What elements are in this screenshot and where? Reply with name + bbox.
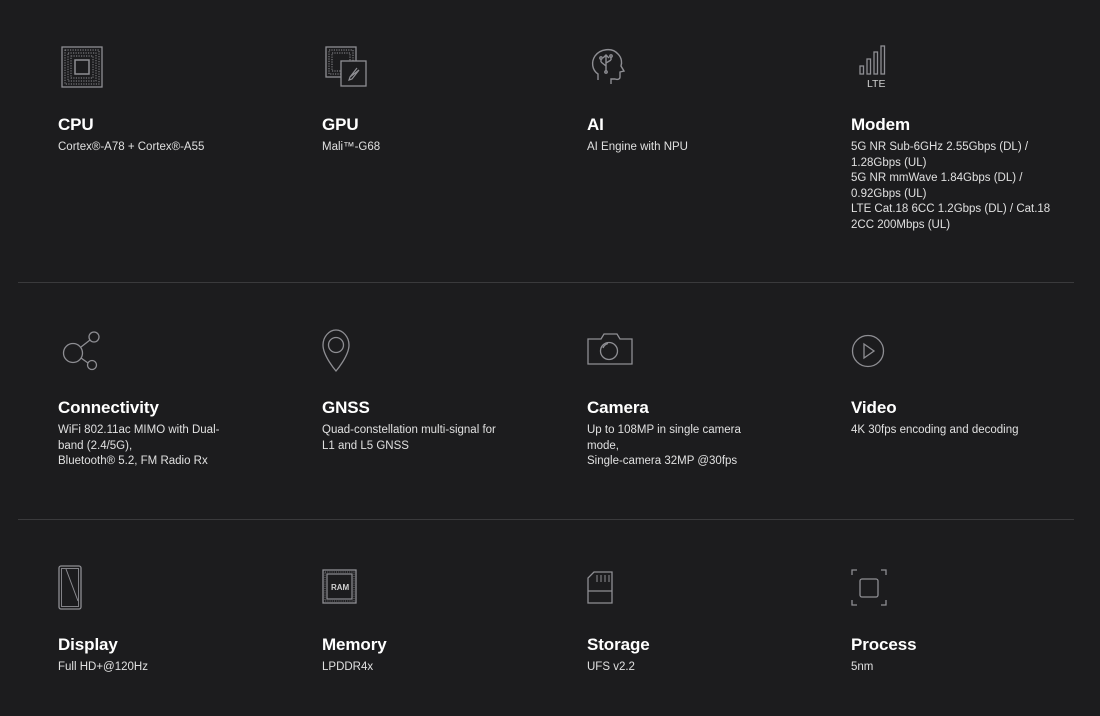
spec-title: GPU — [322, 115, 359, 134]
spec-description-line: WiFi 802.11ac MIMO with Dual- — [58, 424, 220, 436]
spec-title: CPU — [58, 115, 94, 134]
spec-row-2: Connectivity WiFi 802.11ac MIMO with Dua… — [18, 283, 1074, 520]
spec-description-line: L1 and L5 GNSS — [322, 439, 409, 452]
spec-description: Quad-constellation multi-signal for L1 a… — [322, 423, 512, 454]
spec-description-line: 2CC 200Mbps (UL) — [851, 218, 951, 231]
spec-row-1: CPU Cortex®-A78 + Cortex®-A55 GPU Mali™-… — [18, 0, 1074, 283]
process-square-icon — [851, 564, 901, 614]
spec-description: 4K 30fps encoding and decoding — [851, 423, 1041, 439]
spec-title: AI — [587, 115, 604, 134]
ram-label: RAM — [331, 583, 350, 592]
ram-chip-icon: RAM — [322, 564, 372, 614]
spec-description-line: 0.92Gbps (UL) — [851, 187, 927, 200]
spec-description-line: 5G NR mmWave 1.84Gbps (DL) / — [851, 172, 1023, 185]
spec-title: Memory — [322, 635, 387, 654]
spec-description: LPDDR4x — [322, 660, 512, 676]
spec-description-line: LTE Cat.18 6CC 1.2Gbps (DL) / Cat.18 — [851, 203, 1051, 216]
spec-title: Connectivity — [58, 398, 159, 417]
spec-description-line: UFS v2.2 — [587, 661, 635, 673]
spec-description: 5nm — [851, 660, 1041, 676]
play-circle-icon — [851, 327, 901, 377]
spec-title: Display — [58, 635, 118, 654]
spec-title: Process — [851, 635, 917, 654]
lte-label: LTE — [867, 78, 885, 90]
phone-display-icon — [58, 564, 108, 614]
spec-title: GNSS — [322, 398, 370, 417]
spec-description-line: Full HD+@120Hz — [58, 661, 148, 673]
camera-icon — [587, 327, 637, 377]
spec-description-line: Cortex®-A78 + Cortex®-A55 — [58, 141, 205, 153]
spec-description: WiFi 802.11ac MIMO with Dual- band (2.4/… — [58, 423, 248, 470]
spec-description-line: 1.28Gbps (UL) — [851, 156, 927, 169]
spec-description-line: 5nm — [851, 661, 874, 673]
sd-card-icon — [587, 564, 637, 614]
gpu-chip-icon — [322, 44, 372, 94]
spec-title: Video — [851, 398, 897, 417]
location-pin-icon — [322, 327, 372, 377]
spec-description-line: 5G NR Sub-6GHz 2.55Gbps (DL) / — [851, 141, 1029, 153]
share-nodes-icon — [58, 327, 108, 377]
spec-description: Full HD+@120Hz — [58, 660, 248, 676]
ai-head-icon — [587, 44, 637, 94]
spec-description-line: mode, — [587, 439, 619, 452]
spec-description-line: LPDDR4x — [322, 661, 374, 673]
spec-title: Storage — [587, 635, 650, 654]
spec-description: UFS v2.2 — [587, 660, 777, 676]
spec-description: Mali™-G68 — [322, 140, 512, 156]
spec-description-line: Mali™-G68 — [322, 141, 381, 153]
spec-description-line: band (2.4/5G), — [58, 439, 133, 452]
spec-description-line: AI Engine with NPU — [587, 141, 688, 153]
spec-description-line: Bluetooth® 5.2, FM Radio Rx — [58, 455, 208, 468]
spec-description: AI Engine with NPU — [587, 140, 777, 156]
spec-description: Up to 108MP in single camera mode, Singl… — [587, 423, 777, 470]
spec-description-line: Quad-constellation multi-signal for — [322, 424, 496, 436]
spec-description-line: Single-camera 32MP @30fps — [587, 455, 738, 468]
spec-title: Camera — [587, 398, 649, 417]
spec-description: 5G NR Sub-6GHz 2.55Gbps (DL) / 1.28Gbps … — [851, 140, 1051, 234]
spec-grid: CPU Cortex®-A78 + Cortex®-A55 GPU Mali™-… — [18, 0, 1074, 716]
spec-description-line: Up to 108MP in single camera — [587, 424, 741, 436]
cpu-chip-icon — [58, 44, 108, 94]
spec-row-3: Display Full HD+@120Hz RAM Memory LPDDR4… — [18, 520, 1074, 716]
spec-title: Modem — [851, 115, 911, 134]
spec-description-line: 4K 30fps encoding and decoding — [851, 424, 1019, 436]
spec-description: Cortex®-A78 + Cortex®-A55 — [58, 140, 248, 156]
lte-signal-icon: LTE — [851, 44, 901, 94]
